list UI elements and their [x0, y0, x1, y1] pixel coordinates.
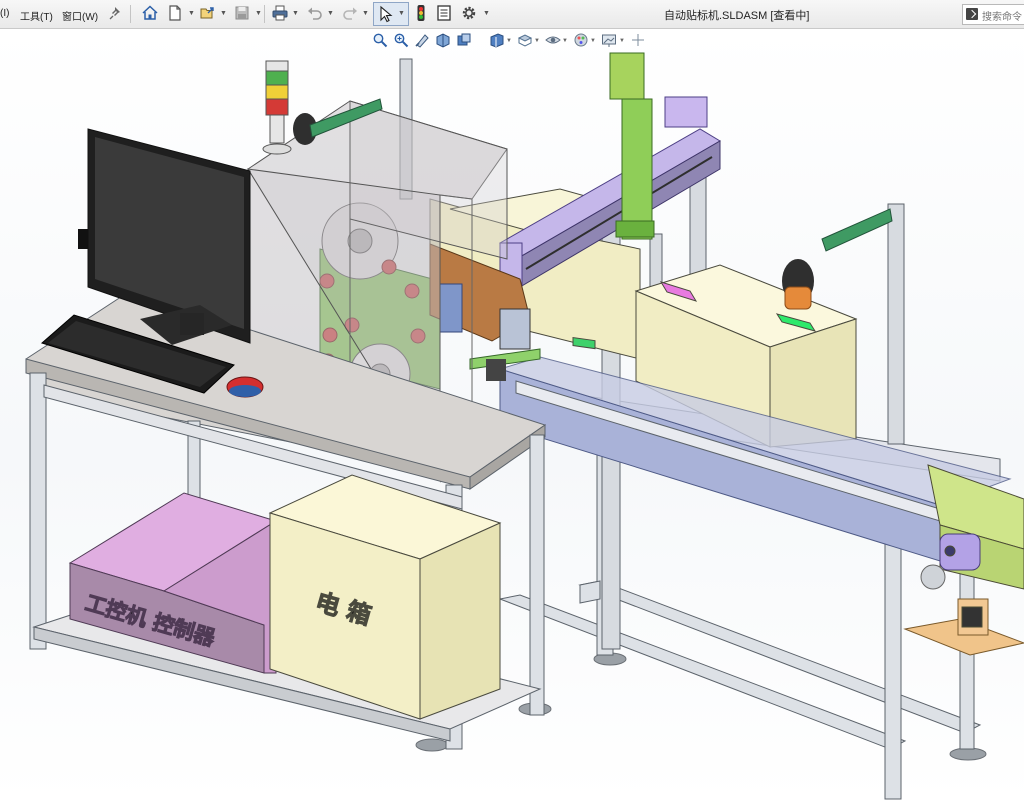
new-document-icon[interactable] [166, 4, 184, 22]
chevron-down-icon[interactable]: ▼ [188, 10, 195, 17]
menu-tools[interactable]: 工具(T) [20, 8, 53, 23]
chevron-down-icon[interactable]: ▼ [220, 10, 227, 17]
signal-tower-light [262, 60, 292, 155]
print-icon[interactable] [271, 4, 289, 22]
labeling-machine-model[interactable]: 工控机 控制器 电 箱 [0, 29, 1024, 802]
traffic-light-icon[interactable] [412, 4, 430, 22]
document-title: 自动贴标机.SLDASM [查看中] [664, 10, 810, 22]
chevron-down-icon[interactable]: ▼ [362, 10, 369, 17]
options-gear-icon[interactable] [460, 4, 478, 22]
pin-icon[interactable] [108, 4, 126, 22]
open-icon[interactable] [199, 4, 217, 22]
barcode-scanner-right [782, 208, 893, 310]
search-box[interactable]: 搜索命令 [962, 4, 1024, 25]
menu-item-fragment[interactable]: (I) [0, 8, 9, 19]
toolbar-separator [264, 5, 265, 23]
search-placeholder: 搜索命令 [982, 12, 1022, 23]
toolbar-separator [130, 5, 131, 23]
chevron-down-icon[interactable]: ▼ [292, 10, 299, 17]
select-button[interactable]: ▼ [373, 2, 409, 26]
home-icon[interactable] [141, 4, 159, 22]
redo-icon[interactable] [341, 4, 359, 22]
command-prompt-icon [966, 8, 978, 20]
chevron-down-icon: ▼ [398, 10, 405, 17]
mouse [226, 376, 264, 398]
undo-icon[interactable] [306, 4, 324, 22]
chevron-down-icon[interactable]: ▼ [483, 10, 490, 17]
save-icon[interactable] [233, 4, 251, 22]
graphics-viewport[interactable]: ▼ ▼ ▼ ▼ ▼ 工控机 控制器 电 箱 [0, 29, 1024, 802]
file-properties-icon[interactable] [435, 4, 453, 22]
chevron-down-icon[interactable]: ▼ [327, 10, 334, 17]
menu-bar: (I) 工具(T) 窗口(W) ▼ ▼ ▼ ▼ ▼ ▼ ▼ ▼ 自动贴标机.SL… [0, 0, 1024, 29]
select-arrow-icon [380, 5, 393, 23]
menu-window[interactable]: 窗口(W) [62, 8, 98, 23]
chevron-down-icon[interactable]: ▼ [255, 10, 262, 17]
